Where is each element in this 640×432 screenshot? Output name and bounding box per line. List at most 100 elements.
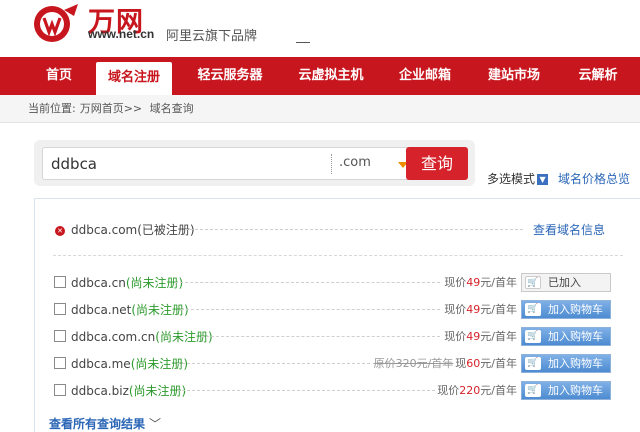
dotted-leader bbox=[177, 390, 435, 391]
view-domain-info-link[interactable]: 查看域名信息 bbox=[533, 221, 605, 238]
price: 现价49元/首年 bbox=[444, 274, 517, 290]
domain-search-input[interactable] bbox=[51, 152, 321, 176]
dotted-leader bbox=[201, 336, 440, 337]
breadcrumb-prefix: 当前位置: bbox=[28, 102, 76, 115]
cart-icon: 🛒 bbox=[525, 357, 541, 370]
price-value: 49 bbox=[466, 330, 481, 343]
domain-label: ddbca.net bbox=[71, 303, 132, 317]
availability-status: (尚未注册) bbox=[130, 357, 189, 371]
button-label: 加入购物车 bbox=[548, 330, 603, 343]
add-to-cart-button[interactable]: 🛒 加入购物车 bbox=[521, 381, 611, 400]
button-label: 加入购物车 bbox=[548, 303, 603, 316]
search-box: .com bbox=[42, 147, 430, 180]
nav-item-light-cloud-server[interactable]: 轻云服务器 bbox=[186, 57, 274, 95]
availability-status: (尚未注册) bbox=[125, 276, 184, 290]
breadcrumb-current: 域名查询 bbox=[149, 102, 194, 115]
breadcrumb-home-link[interactable]: 万网首页>> bbox=[80, 102, 142, 115]
wanwang-logo-icon[interactable] bbox=[30, 2, 82, 44]
price-prefix: 现 bbox=[455, 357, 467, 370]
domain-label: ddbca.com.cn bbox=[71, 330, 156, 344]
cart-icon: 🛒 bbox=[525, 330, 541, 343]
domain-name: ddbca.me(尚未注册) bbox=[71, 355, 188, 372]
registered-domain: ✕ ddbca.com(已被注册) bbox=[55, 221, 195, 238]
price: 现价220元/首年 bbox=[437, 382, 517, 398]
domain-name: ddbca.net(尚未注册) bbox=[71, 301, 189, 318]
original-price: 原价320元/首年 bbox=[373, 357, 454, 370]
price: 原价320元/首年 现60元/首年 bbox=[374, 355, 517, 371]
result-row: ddbca.net(尚未注册) 现价49元/首年 🛒 加入购物车 bbox=[35, 300, 640, 322]
section-divider bbox=[53, 255, 623, 256]
dotted-leader bbox=[177, 363, 370, 364]
view-all-results-link[interactable]: 查看所有查询结果 ﹀ bbox=[49, 415, 161, 432]
price: 现价49元/首年 bbox=[444, 328, 517, 344]
price-unit: 元/首年 bbox=[480, 357, 517, 370]
nav-item-enterprise-mail[interactable]: 企业邮箱 bbox=[390, 57, 460, 95]
dotted-leader bbox=[181, 309, 440, 310]
search-bar: .com 查询 bbox=[34, 140, 475, 186]
price-prefix: 现价 bbox=[444, 330, 467, 343]
price-value: 60 bbox=[466, 357, 481, 370]
button-label: 加入购物车 bbox=[548, 357, 603, 370]
nav-item-home[interactable]: 首页 bbox=[32, 57, 86, 95]
cart-icon: 🛒 bbox=[525, 276, 541, 289]
price-unit: 元/首年 bbox=[480, 303, 517, 316]
price-value: 49 bbox=[466, 303, 481, 316]
nav-item-virtual-host[interactable]: 云虚拟主机 bbox=[288, 57, 374, 95]
domain-checkbox[interactable] bbox=[54, 357, 66, 369]
search-button[interactable]: 查询 bbox=[406, 147, 468, 180]
price-value: 220 bbox=[459, 384, 481, 397]
price-unit: 元/首年 bbox=[480, 330, 517, 343]
chevron-down-icon: ﹀ bbox=[149, 417, 162, 431]
add-to-cart-button[interactable]: 🛒 加入购物车 bbox=[521, 354, 611, 373]
result-row: ddbca.me(尚未注册) 原价320元/首年 现60元/首年 🛒 加入购物车 bbox=[35, 354, 640, 376]
added-button[interactable]: 🛒 已加入 bbox=[521, 273, 611, 292]
price-unit: 元/首年 bbox=[480, 276, 517, 289]
availability-status: (尚未注册) bbox=[155, 330, 213, 344]
cart-icon: 🛒 bbox=[525, 303, 541, 316]
cart-icon: 🛒 bbox=[525, 384, 541, 397]
expand-icon: ▼ bbox=[537, 174, 549, 185]
domain-checkbox[interactable] bbox=[54, 330, 66, 342]
result-row: ddbca.cn(尚未注册) 现价49元/首年 🛒 已加入 bbox=[35, 273, 640, 295]
domain-name: ddbca.com.cn(尚未注册) bbox=[71, 328, 213, 345]
nav-item-domain-register[interactable]: 域名注册 bbox=[96, 62, 172, 97]
add-to-cart-button[interactable]: 🛒 加入购物车 bbox=[521, 327, 611, 346]
results-panel: ✕ ddbca.com(已被注册) 查看域名信息 ddbca.cn(尚未注册) 现… bbox=[34, 198, 640, 432]
view-all-label: 查看所有查询结果 bbox=[49, 417, 146, 431]
domain-label: ddbca.cn bbox=[71, 276, 126, 290]
availability-status: (尚未注册) bbox=[128, 384, 187, 398]
multi-mode-label: 多选模式 bbox=[487, 172, 536, 186]
registered-domain-label: ddbca.com(已被注册) bbox=[71, 223, 195, 237]
price-prefix: 现价 bbox=[437, 384, 460, 397]
domain-name: ddbca.cn(尚未注册) bbox=[71, 274, 183, 291]
add-to-cart-button[interactable]: 🛒 加入购物车 bbox=[521, 300, 611, 319]
price-unit: 元/首年 bbox=[480, 384, 517, 397]
header-divider bbox=[296, 42, 310, 43]
site-header: 万网 www.net.cn 阿里云旗下品牌 bbox=[0, 0, 640, 56]
price-value: 49 bbox=[466, 276, 481, 289]
dotted-leader bbox=[175, 282, 440, 283]
result-row: ddbca.com.cn(尚未注册) 现价49元/首年 🛒 加入购物车 bbox=[35, 327, 640, 349]
price-prefix: 现价 bbox=[444, 303, 467, 316]
domain-label: ddbca.me bbox=[71, 357, 131, 371]
brand-tagline: 阿里云旗下品牌 bbox=[166, 29, 258, 44]
breadcrumb: 当前位置: 万网首页>> 域名查询 bbox=[0, 95, 640, 123]
price-overview-link[interactable]: 域名价格总览 bbox=[558, 170, 630, 187]
domain-label: ddbca.biz bbox=[71, 384, 129, 398]
brand-url[interactable]: www.net.cn bbox=[88, 27, 154, 41]
button-label: 已加入 bbox=[548, 276, 581, 289]
suffix-divider bbox=[331, 154, 332, 174]
main-nav: 首页 域名注册 轻云服务器 云虚拟主机 企业邮箱 建站市场 云解析 bbox=[0, 57, 640, 97]
suffix-select[interactable]: .com bbox=[339, 155, 371, 170]
dotted-leader bbox=[185, 229, 523, 230]
price-prefix: 现价 bbox=[444, 276, 467, 289]
result-row: ddbca.biz(尚未注册) 现价220元/首年 🛒 加入购物车 bbox=[35, 381, 640, 403]
availability-status: (尚未注册) bbox=[131, 303, 189, 317]
domain-checkbox[interactable] bbox=[54, 303, 66, 315]
nav-item-site-market[interactable]: 建站市场 bbox=[476, 57, 552, 95]
nav-item-cloud-dns[interactable]: 云解析 bbox=[566, 57, 630, 95]
multi-select-mode-toggle[interactable]: 多选模式 ▼ bbox=[487, 170, 549, 187]
price: 现价49元/首年 bbox=[444, 301, 517, 317]
domain-checkbox[interactable] bbox=[54, 276, 66, 288]
domain-checkbox[interactable] bbox=[54, 384, 66, 396]
